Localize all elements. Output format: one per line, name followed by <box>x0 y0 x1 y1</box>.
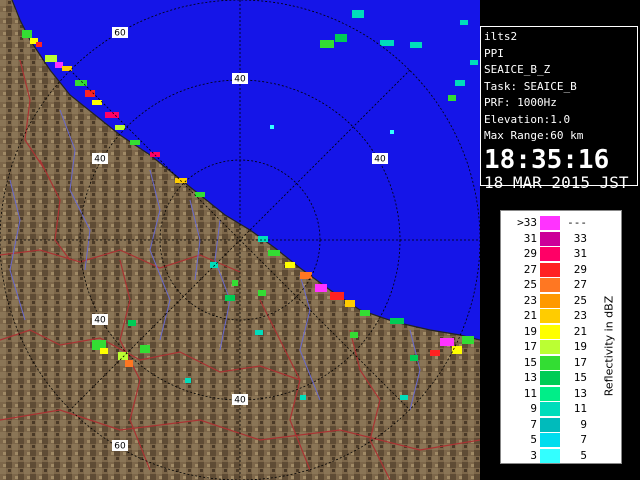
svg-text:40: 40 <box>94 316 106 326</box>
legend-swatch <box>540 386 560 401</box>
legend-low-value: 23 <box>523 293 537 307</box>
legend-low-value: 25 <box>523 278 537 291</box>
scan-mode: PPI <box>484 46 504 60</box>
legend-low-value: 17 <box>523 340 537 353</box>
legend-high-value: 9 <box>580 417 587 431</box>
svg-text:40: 40 <box>94 155 106 165</box>
legend-row: 35 <box>501 448 621 465</box>
legend-swatch <box>540 433 560 447</box>
legend-row: 31 33 <box>501 231 621 248</box>
range-label: 60 <box>112 27 128 39</box>
legend-row: >33 --- <box>501 216 621 232</box>
legend-low-value: 31 <box>523 231 537 245</box>
legend-swatch <box>540 293 560 308</box>
legend-unit: Reflectivity in dBZ <box>602 295 616 397</box>
info-panel: ilts2 PPI SEAICE_B_Z Task: SEAICE_B PRF:… <box>480 26 638 191</box>
legend-swatch <box>540 402 560 416</box>
legend-swatch <box>540 324 560 339</box>
legend-high-value: 23 <box>573 309 587 322</box>
legend-low-value: >33 <box>517 216 537 229</box>
legend-low-value: 7 <box>530 417 537 431</box>
range-label: 40 <box>92 314 108 326</box>
legend-low-value: 15 <box>523 355 537 369</box>
legend-swatch <box>540 417 560 432</box>
legend-swatch <box>540 448 560 463</box>
legend-swatch <box>540 262 560 277</box>
legend-low-value: 27 <box>523 262 537 276</box>
legend-high-value: 13 <box>573 386 587 400</box>
range-label: 40 <box>372 153 388 165</box>
legend-swatch <box>540 231 560 246</box>
legend-high-value: 33 <box>573 231 587 245</box>
legend-high-value: 17 <box>573 355 587 369</box>
prf-value: PRF: 1000Hz <box>484 96 557 109</box>
elevation-value: Elevation:1.0 <box>484 112 571 126</box>
legend-high-value: 11 <box>573 402 587 415</box>
legend-swatch <box>540 309 560 323</box>
legend-high-value: 7 <box>580 433 587 446</box>
legend-low-value: 21 <box>523 309 537 322</box>
legend-low-value: 5 <box>530 433 537 446</box>
range-label: 40 <box>92 153 108 165</box>
svg-text:40: 40 <box>234 396 246 406</box>
legend-high-value: 31 <box>573 247 587 260</box>
svg-text:60: 60 <box>114 29 126 39</box>
svg-text:40: 40 <box>234 75 246 85</box>
legend-low-value: 11 <box>523 386 537 400</box>
svg-text:60: 60 <box>114 442 126 452</box>
product-name: SEAICE_B_Z <box>484 63 551 76</box>
legend-high-value: --- <box>567 216 587 229</box>
range-label: 40 <box>232 394 248 406</box>
site-name: ilts2 <box>484 30 518 43</box>
legend-high-value: 25 <box>573 293 587 307</box>
legend-low-value: 19 <box>523 324 537 338</box>
task-name: Task: SEAICE_B <box>484 79 577 93</box>
scan-time: 18:35:16 <box>484 144 610 175</box>
max-range-value: Max Range:60 km <box>484 129 584 142</box>
legend-low-value: 13 <box>523 371 537 384</box>
legend-high-value: 29 <box>573 262 587 276</box>
legend-high-value: 27 <box>573 278 587 291</box>
legend-low-value: 3 <box>530 448 537 462</box>
legend-high-value: 5 <box>580 448 587 462</box>
radar-ppi-map[interactable]: 60 40 40 40 40 40 60 <box>0 0 480 480</box>
legend-low-value: 9 <box>530 402 537 415</box>
svg-text:40: 40 <box>374 155 386 165</box>
legend-swatch <box>540 355 560 370</box>
scan-date: 18 MAR 2015 JST <box>484 172 629 192</box>
range-label: 60 <box>112 440 128 452</box>
legend-high-value: 21 <box>573 324 587 338</box>
legend-high-value: 19 <box>573 340 587 353</box>
radar-map-svg: 60 40 40 40 40 40 60 <box>0 0 480 480</box>
legend-swatch <box>540 371 560 385</box>
legend-swatch <box>540 247 560 261</box>
color-legend: >33 --- 31 33 29 31 27 29 25 27 23 25 21 23 19 21 17 19 15… <box>500 210 622 464</box>
legend-low-value: 29 <box>523 247 537 260</box>
legend-swatch <box>540 216 560 230</box>
range-label: 40 <box>232 73 248 85</box>
legend-swatch <box>540 278 560 292</box>
legend-high-value: 15 <box>573 371 587 384</box>
legend-swatch <box>540 340 560 354</box>
